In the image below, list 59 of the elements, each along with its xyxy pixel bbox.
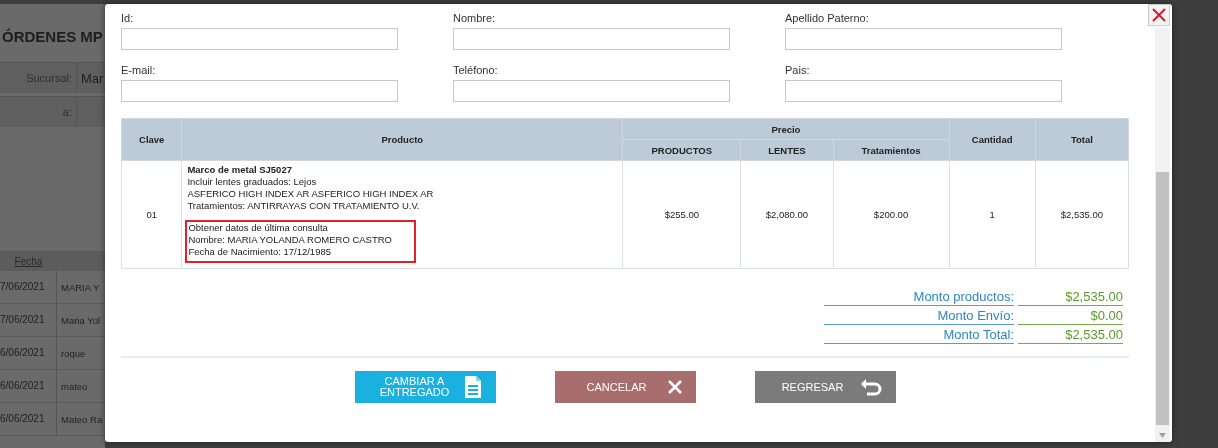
close-icon: [1152, 8, 1166, 22]
product-name: Marco de metal SJ5027: [187, 164, 293, 176]
deliver-button[interactable]: CAMBIAR A ENTREGADO: [355, 371, 496, 403]
table-cell: $255.00: [664, 209, 699, 220]
table-cell: $200.00: [873, 209, 909, 220]
product-detail: Incluir lentes graduados: Lejos: [187, 176, 318, 188]
total-label: Monto Total:: [824, 327, 1014, 344]
input-field[interactable]: [121, 28, 398, 50]
table-cell-text: Maria Yol: [60, 314, 101, 326]
field-label: Pais:: [785, 64, 811, 78]
total-label: Monto Envío:: [824, 308, 1014, 325]
total-value: $2,535.00: [1018, 327, 1123, 344]
table-cell-text: MARIA Y: [60, 281, 100, 293]
total-value: $0.00: [1018, 308, 1123, 325]
product-detail: ASFERICO HIGH INDEX AR ASFERICO HIGH INDEX AR: [187, 188, 435, 200]
table-cell: 6/06/2021: [0, 337, 57, 369]
table-cell-text: mateo: [60, 380, 88, 392]
field-label: E-mail:: [121, 64, 157, 78]
table-cell: $2,535.00: [1060, 209, 1103, 220]
table-cell: 6/06/2021: [0, 370, 57, 402]
input-field[interactable]: [785, 28, 1062, 50]
column-header: Producto: [181, 118, 623, 161]
table-cell: 7/06/2021: [0, 271, 57, 303]
column-header: Cantidad: [949, 118, 1036, 161]
table-cell: $2,080.00: [765, 209, 809, 220]
input-field[interactable]: [453, 28, 730, 50]
total-value: $2,535.00: [1018, 289, 1123, 306]
scrollbar-thumb[interactable]: [1156, 172, 1169, 425]
field-label: Id:: [121, 12, 135, 26]
scrollbar[interactable]: [1155, 28, 1170, 442]
table-cell: 01: [146, 209, 157, 220]
input-field[interactable]: [785, 80, 1062, 102]
field-label: Nombre:: [453, 12, 497, 26]
input-field[interactable]: [121, 80, 398, 102]
total-label: Monto productos:: [824, 289, 1014, 306]
column-header: Total: [1035, 118, 1129, 161]
product-detail: Tratamientos: ANTIRRAYAS CON TRATAMIENTO U.V.: [187, 200, 421, 212]
consultation-detail: Fecha de Nacimiento: 17/12/1985: [188, 246, 332, 258]
field-label: Apellido Paterno:: [785, 12, 870, 26]
table-cell-text: Mateo Ra: [60, 413, 103, 425]
field-label: Teléfono:: [453, 64, 499, 78]
document-icon: [464, 375, 482, 399]
table-cell: 1: [989, 209, 995, 220]
filter-value[interactable]: Mar: [77, 70, 104, 86]
column-header: Precio: [622, 118, 950, 140]
return-arrow-icon: [860, 378, 882, 396]
close-icon: [668, 380, 682, 394]
back-button[interactable]: REGRESAR: [755, 371, 896, 403]
close-button[interactable]: [1148, 4, 1170, 26]
input-field[interactable]: [453, 80, 730, 102]
scroll-down-icon[interactable]: [1159, 433, 1166, 438]
table-cell: 6/06/2021: [0, 403, 57, 435]
column-header: Clave: [121, 118, 182, 161]
consultation-detail: Obtener datos de última consulta: [188, 222, 329, 234]
page-title: ÓRDENES MP: [2, 28, 103, 45]
consultation-detail: Nombre: MARIA YOLANDA ROMERO CASTRO: [188, 234, 393, 246]
cancel-button[interactable]: CANCELAR: [555, 371, 696, 403]
table-cell-text: roque: [60, 347, 86, 359]
table-cell: 7/06/2021: [0, 304, 57, 336]
